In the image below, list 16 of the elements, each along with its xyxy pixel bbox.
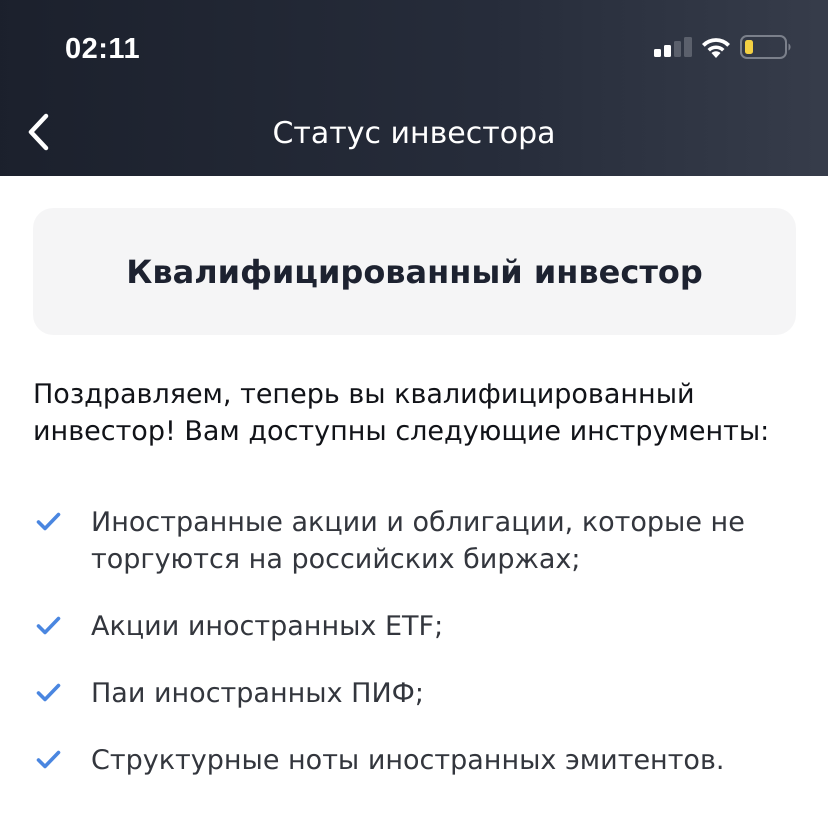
screen-title: Статус инвестора [272, 116, 556, 150]
wifi-icon [701, 36, 731, 58]
checkmark-icon [36, 512, 61, 531]
signal-icon [654, 37, 692, 57]
instrument-item: Паи иностранных ПИФ; [91, 677, 424, 711]
instrument-item: Акции иностранных ETF; [91, 610, 444, 644]
battery-icon [740, 35, 792, 59]
checkmark-icon [36, 616, 61, 635]
status-title: Квалифицированный инвестор [126, 252, 703, 290]
checkmark-icon [36, 683, 61, 702]
checkmark-icon [36, 750, 61, 769]
chevron-left-icon [26, 113, 50, 151]
instrument-item: Структурные ноты иностранных эмитентов. [91, 744, 724, 778]
status-time: 02:11 [65, 32, 140, 66]
congratulation-text: Поздравляем, теперь вы квалифицированный инвестор! Вам доступны следующие инструменты: [33, 378, 770, 449]
instrument-item: Иностранные акции и облигации, которые не торгуются на российских биржах; [91, 506, 746, 577]
